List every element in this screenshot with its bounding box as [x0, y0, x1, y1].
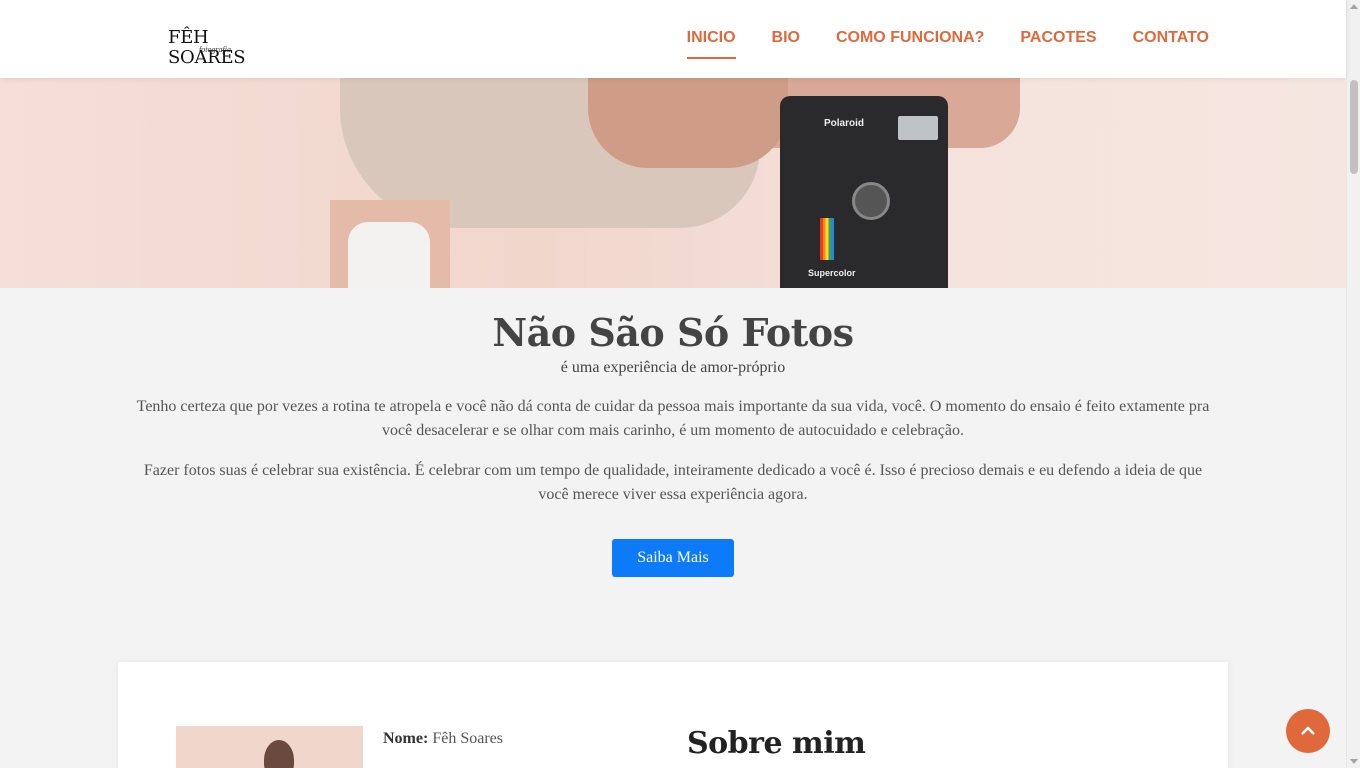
camera-model: Supercolor	[808, 268, 856, 278]
top-navbar: FÊH SOARES fotografia INICIO BIO COMO FU…	[0, 0, 1346, 78]
about-card: Nome: Fêh Soares Sobre mim	[118, 662, 1228, 768]
back-to-top-button[interactable]	[1286, 709, 1330, 753]
intro-title: Não São Só Fotos	[492, 310, 854, 355]
hero-sock	[348, 222, 430, 288]
brand-tagline: fotografia	[199, 45, 232, 54]
intro-paragraph: Fazer fotos suas é celebrar sua existênc…	[143, 462, 1203, 503]
camera-rainbow-stripe	[820, 218, 834, 260]
nav-como-funciona[interactable]: COMO FUNCIONA?	[836, 29, 984, 59]
camera-flash	[898, 116, 938, 140]
intro-paragraph: Tenho certeza que por vezes a rotina te …	[136, 398, 1210, 439]
about-heading: Sobre mim	[687, 726, 866, 761]
nav-inicio[interactable]: INICIO	[686, 29, 736, 59]
brand-logo[interactable]: FÊH SOARES fotografia	[168, 28, 278, 68]
name-value: Fêh Soares	[432, 730, 503, 747]
saiba-mais-button[interactable]: Saiba Mais	[612, 539, 734, 577]
main-nav: INICIO BIO COMO FUNCIONA? PACOTES CONTAT…	[686, 29, 1209, 59]
page-scrollbar[interactable]	[1346, 0, 1360, 768]
nav-pacotes[interactable]: PACOTES	[1020, 29, 1096, 59]
nav-contato[interactable]: CONTATO	[1133, 29, 1209, 59]
scroll-down-icon[interactable]	[1350, 759, 1358, 764]
profile-info: Nome: Fêh Soares	[383, 730, 503, 748]
scroll-up-icon[interactable]	[1350, 4, 1358, 9]
chevron-up-icon	[1301, 726, 1315, 735]
scrollbar-thumb[interactable]	[1350, 80, 1358, 174]
hero-hand	[588, 78, 788, 168]
intro-subtitle: é uma experiência de amor-próprio	[560, 359, 786, 376]
profile-head	[264, 740, 294, 768]
polaroid-camera: Polaroid Supercolor	[780, 96, 948, 288]
camera-lens	[852, 182, 890, 220]
camera-brand: Polaroid	[824, 118, 865, 129]
name-label: Nome:	[383, 730, 429, 747]
nav-bio[interactable]: BIO	[772, 29, 800, 59]
intro-section: Não São Só Fotos é uma experiência de am…	[0, 288, 1346, 577]
profile-photo	[176, 726, 363, 768]
